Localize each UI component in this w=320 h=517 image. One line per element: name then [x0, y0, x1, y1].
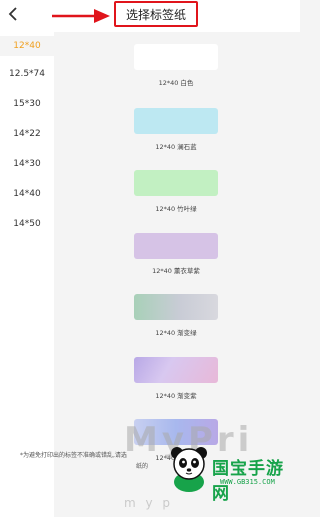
- label-swatch-white[interactable]: [134, 44, 218, 70]
- label-name: 12*40 渐变绿: [155, 329, 197, 337]
- sidebar-item-14x40[interactable]: 14*40: [0, 188, 54, 200]
- label-swatch-gradient-green[interactable]: [134, 294, 218, 320]
- label-swatch-blue[interactable]: [134, 108, 218, 134]
- label-swatch-lavender[interactable]: [134, 233, 218, 259]
- notice-line-2: 纸的: [136, 463, 149, 470]
- panda-icon: [171, 447, 207, 492]
- annotation-arrow-icon: [52, 9, 110, 23]
- notice-text: *为避免打印出的标签不准确或错乱,请选: [20, 451, 170, 460]
- site-logo: 国宝手游网 WWW.GB315.COM: [168, 444, 298, 514]
- size-sidebar: 12*40 12.5*74 15*30 14*22 14*30 14*40 14…: [0, 32, 54, 517]
- watermark-sub: m y p: [124, 496, 174, 510]
- chevron-left-icon[interactable]: [6, 6, 22, 22]
- label-name: 12*40 澜石蓝: [155, 143, 197, 151]
- header-bar: 选择标签纸: [0, 0, 300, 32]
- label-name: 12*40 白色: [158, 79, 194, 87]
- label-swatch-gradient-purple[interactable]: [134, 357, 218, 383]
- label-name: 12*40 薰衣草紫: [152, 267, 200, 275]
- sidebar-item-12x40[interactable]: 12*40: [0, 36, 54, 56]
- sidebar-item-12-5x74[interactable]: 12.5*74: [0, 68, 54, 80]
- label-name: 12*40 竹叶绿: [155, 205, 197, 213]
- page-title: 选择标签纸: [114, 1, 198, 27]
- sidebar-item-14x50[interactable]: 14*50: [0, 218, 54, 230]
- logo-url: WWW.GB315.COM: [220, 478, 275, 486]
- sidebar-item-15x30[interactable]: 15*30: [0, 98, 54, 110]
- notice-line: *为避免打印出的标签不准确或错乱,请选: [20, 452, 127, 459]
- sidebar-item-14x30[interactable]: 14*30: [0, 158, 54, 170]
- sidebar-item-14x22[interactable]: 14*22: [0, 128, 54, 140]
- label-swatch-green[interactable]: [134, 170, 218, 196]
- label-name: 12*40 渐变紫: [155, 392, 197, 400]
